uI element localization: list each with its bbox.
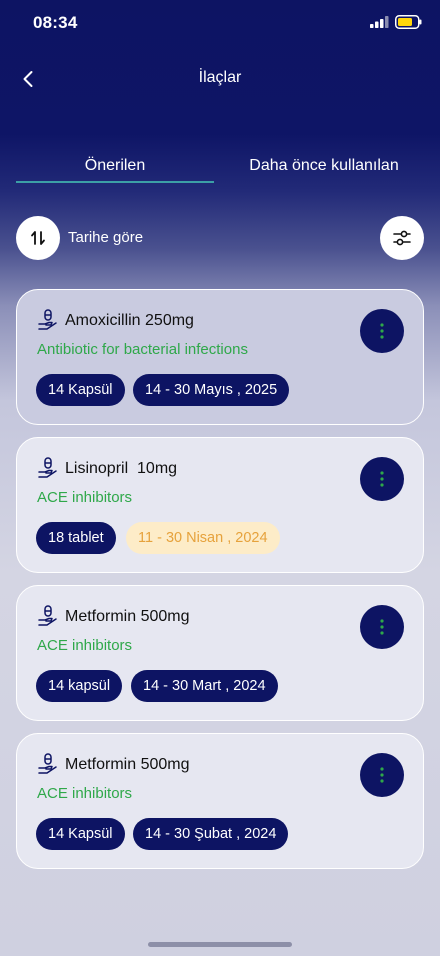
quantity-badge: 18 tablet [36,522,116,554]
medication-description: Antibiotic for bacterial infections [37,341,248,358]
medication-name: Metformin 500mg [65,608,190,625]
date-range-badge: 14 - 30 Şubat , 2024 [133,818,289,850]
medication-hand-icon [38,605,57,626]
medication-description: ACE inhibitors [37,637,133,654]
date-range-badge: 14 - 30 Mayıs , 2025 [133,374,290,406]
page-title: İlaçlar [198,69,242,86]
tab-recommended[interactable]: Önerilen [16,157,214,175]
medication-card[interactable]: Metformin 500mg ACE inhibitors 14 kapsül… [16,585,424,721]
more-options-button[interactable] [360,605,404,649]
tab-bar: Önerilen Daha önce kullanılan [0,152,440,192]
medication-hand-icon [38,753,57,774]
quantity-badge: 14 Kapsül [36,374,125,406]
medication-card[interactable]: Amoxicillin 250mg Antibiotic for bacteri… [16,289,424,425]
more-vertical-icon [380,323,384,339]
signal-icon [370,16,389,28]
more-options-button[interactable] [360,753,404,797]
status-bar: 08:34 [0,0,440,46]
status-time: 08:34 [33,13,78,32]
tab-previously-used[interactable]: Daha önce kullanılan [224,157,424,175]
sort-label[interactable]: Tarihe göre [68,229,143,246]
filter-button[interactable] [380,216,424,260]
active-tab-indicator [16,181,214,183]
medication-hand-icon [38,457,57,478]
more-vertical-icon [380,619,384,635]
medication-description: ACE inhibitors [37,785,133,802]
medication-description: ACE inhibitors [37,489,133,506]
header: İlaçlar [0,60,440,100]
more-vertical-icon [380,471,384,487]
more-options-button[interactable] [360,457,404,501]
more-options-button[interactable] [360,309,404,353]
quantity-badge: 14 Kapsül [36,818,125,850]
home-indicator [148,942,292,947]
sort-arrows-icon [31,231,45,245]
medication-hand-icon [38,309,57,330]
filter-sliders-icon [393,230,411,246]
medication-card[interactable]: Lisinopril 10mg ACE inhibitors 18 tablet… [16,437,424,573]
quantity-badge: 14 kapsül [36,670,123,702]
sort-button[interactable] [16,216,60,260]
medication-name: Amoxicillin 250mg [65,312,194,329]
medication-card[interactable]: Metformin 500mg ACE inhibitors 14 Kapsül… [16,733,424,869]
medication-name: Metformin 500mg [65,756,190,773]
date-range-badge: 11 - 30 Nisan , 2024 [126,522,280,554]
battery-icon [395,15,422,29]
more-vertical-icon [380,767,384,783]
medication-name: Lisinopril 10mg [65,460,178,477]
date-range-badge: 14 - 30 Mart , 2024 [131,670,278,702]
sort-row: Tarihe göre [0,216,440,262]
